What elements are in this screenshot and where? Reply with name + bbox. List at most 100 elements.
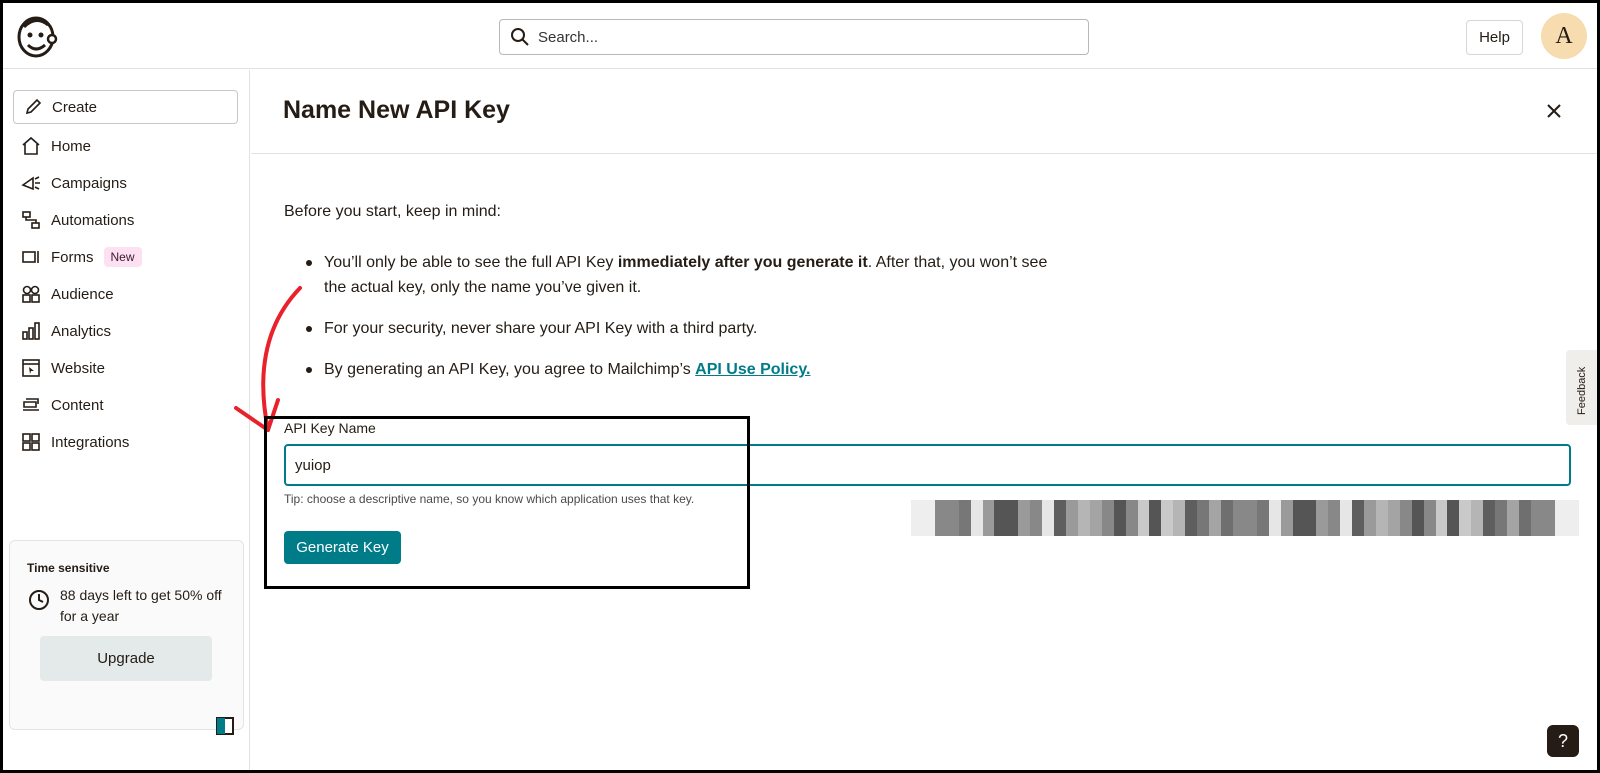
redaction-pixel xyxy=(1209,500,1221,536)
redaction-pixel xyxy=(1125,500,1138,536)
form-icon xyxy=(22,251,39,263)
create-label: Create xyxy=(52,98,98,116)
website-icon xyxy=(22,359,40,377)
sidebar-item-campaigns[interactable]: Campaigns xyxy=(21,171,127,195)
avatar[interactable]: A xyxy=(1541,13,1587,59)
redaction-pixel xyxy=(1399,500,1412,536)
redaction-pixel xyxy=(1495,500,1508,536)
redaction-pixel xyxy=(1435,500,1448,536)
new-badge: New xyxy=(103,247,142,267)
redaction-pixel xyxy=(1471,500,1484,536)
annotation-highlight-box xyxy=(264,416,750,589)
list-item: For your security, never share your API … xyxy=(306,316,1066,341)
sidebar-item-label: Forms xyxy=(51,248,94,266)
home-icon xyxy=(22,136,40,155)
sidebar-item-automations[interactable]: Automations xyxy=(21,208,134,232)
redaction-pixel xyxy=(1292,500,1305,536)
redaction-pixel xyxy=(1364,500,1376,536)
redaction-pixel xyxy=(1459,500,1472,536)
redaction-pixel xyxy=(1316,500,1329,536)
search-bar[interactable]: Search... xyxy=(499,19,1089,55)
grid-icon xyxy=(22,433,40,451)
redaction-pixel xyxy=(1197,500,1210,536)
redaction-pixel xyxy=(934,500,947,536)
feedback-label[interactable]: Feedback xyxy=(1576,367,1588,415)
search-icon xyxy=(511,28,529,46)
sidebar-item-analytics[interactable]: Analytics xyxy=(21,319,111,343)
redaction-pixel xyxy=(1530,500,1543,536)
redaction-pixel xyxy=(1054,500,1066,536)
sidebar-item-home[interactable]: Home xyxy=(21,134,91,158)
api-use-policy-link[interactable]: API Use Policy. xyxy=(695,361,810,378)
redaction-pixel xyxy=(994,500,1007,536)
redaction-pixel xyxy=(1113,500,1126,536)
intro-text: Before you start, keep in mind: xyxy=(284,203,501,220)
sidebar-item-label: Home xyxy=(51,137,92,155)
redaction-pixel xyxy=(1065,500,1078,536)
redaction-pixel xyxy=(1423,500,1436,536)
redaction-pixel xyxy=(1280,500,1293,536)
redaction-pixel xyxy=(1232,500,1245,536)
redaction-pixel xyxy=(1173,500,1186,536)
sidebar: Create Home Campaigns Automations Forms … xyxy=(3,70,250,770)
close-icon[interactable] xyxy=(1543,100,1565,122)
redaction-pixel xyxy=(1542,500,1555,536)
redaction-pixel xyxy=(922,500,935,536)
redaction-pixel xyxy=(1185,500,1198,536)
search-placeholder: Search... xyxy=(538,28,599,46)
redaction-pixel xyxy=(1411,500,1424,536)
upgrade-promo-card: Time sensitive 88 days left to get 50% o… xyxy=(9,540,244,730)
sidebar-item-label: Campaigns xyxy=(51,174,127,192)
sidebar-collapse-icon[interactable] xyxy=(216,717,234,735)
redaction-pixel xyxy=(1018,500,1031,536)
sidebar-item-integrations[interactable]: Integrations xyxy=(21,430,129,454)
create-button[interactable]: Create xyxy=(13,90,238,124)
content-icon xyxy=(23,398,39,411)
redaction-pixel xyxy=(1483,500,1496,536)
redaction-pixel xyxy=(1101,500,1114,536)
redaction-pixel xyxy=(1161,500,1174,536)
bullet1-pre: You’ll only be able to see the full API … xyxy=(324,254,618,271)
notice-list: You’ll only be able to see the full API … xyxy=(306,250,1066,398)
pixelated-redaction xyxy=(911,500,1579,536)
redaction-pixel xyxy=(1304,500,1317,536)
bar-chart-icon xyxy=(22,322,40,340)
sidebar-item-forms[interactable]: Forms New xyxy=(21,245,142,269)
sidebar-item-content[interactable]: Content xyxy=(21,393,104,417)
sidebar-item-label: Automations xyxy=(51,211,135,229)
redaction-pixel xyxy=(1042,500,1055,536)
bullet1-bold: immediately after you generate it xyxy=(617,254,868,271)
redaction-pixel xyxy=(1328,500,1341,536)
redaction-pixel xyxy=(958,500,971,536)
redaction-pixel xyxy=(1340,500,1353,536)
sidebar-item-audience[interactable]: Audience xyxy=(21,282,114,306)
redaction-pixel xyxy=(970,500,983,536)
redaction-pixel xyxy=(1566,500,1579,536)
audience-icon xyxy=(22,285,40,303)
pencil-icon xyxy=(25,98,42,115)
mailchimp-logo-icon[interactable] xyxy=(14,13,58,59)
promo-text: 88 days left to get 50% off for a year xyxy=(60,587,222,624)
help-button[interactable]: Help xyxy=(1466,20,1523,55)
redaction-pixel xyxy=(982,500,995,536)
list-item: You’ll only be able to see the full API … xyxy=(306,250,1066,300)
top-bar: Search... Help A xyxy=(3,3,1597,69)
redaction-pixel xyxy=(1519,500,1531,536)
bullet3-pre: By generating an API Key, you agree to M… xyxy=(324,361,696,378)
promo-title: Time sensitive xyxy=(27,561,110,575)
redaction-pixel xyxy=(1220,500,1233,536)
sidebar-item-label: Content xyxy=(51,396,104,414)
redaction-pixel xyxy=(1375,500,1388,536)
sidebar-item-website[interactable]: Website xyxy=(21,356,105,380)
upgrade-button[interactable]: Upgrade xyxy=(40,636,212,681)
redaction-pixel xyxy=(946,500,959,536)
redaction-pixel xyxy=(1149,500,1162,536)
modal-header: Name New API Key xyxy=(251,70,1597,154)
help-fab-button[interactable]: ? xyxy=(1547,725,1579,757)
redaction-pixel xyxy=(1077,500,1090,536)
redaction-pixel xyxy=(1447,500,1460,536)
sidebar-item-label: Analytics xyxy=(51,322,112,340)
redaction-pixel xyxy=(1244,500,1257,536)
list-item: By generating an API Key, you agree to M… xyxy=(306,357,1066,382)
redaction-pixel xyxy=(1352,500,1365,536)
